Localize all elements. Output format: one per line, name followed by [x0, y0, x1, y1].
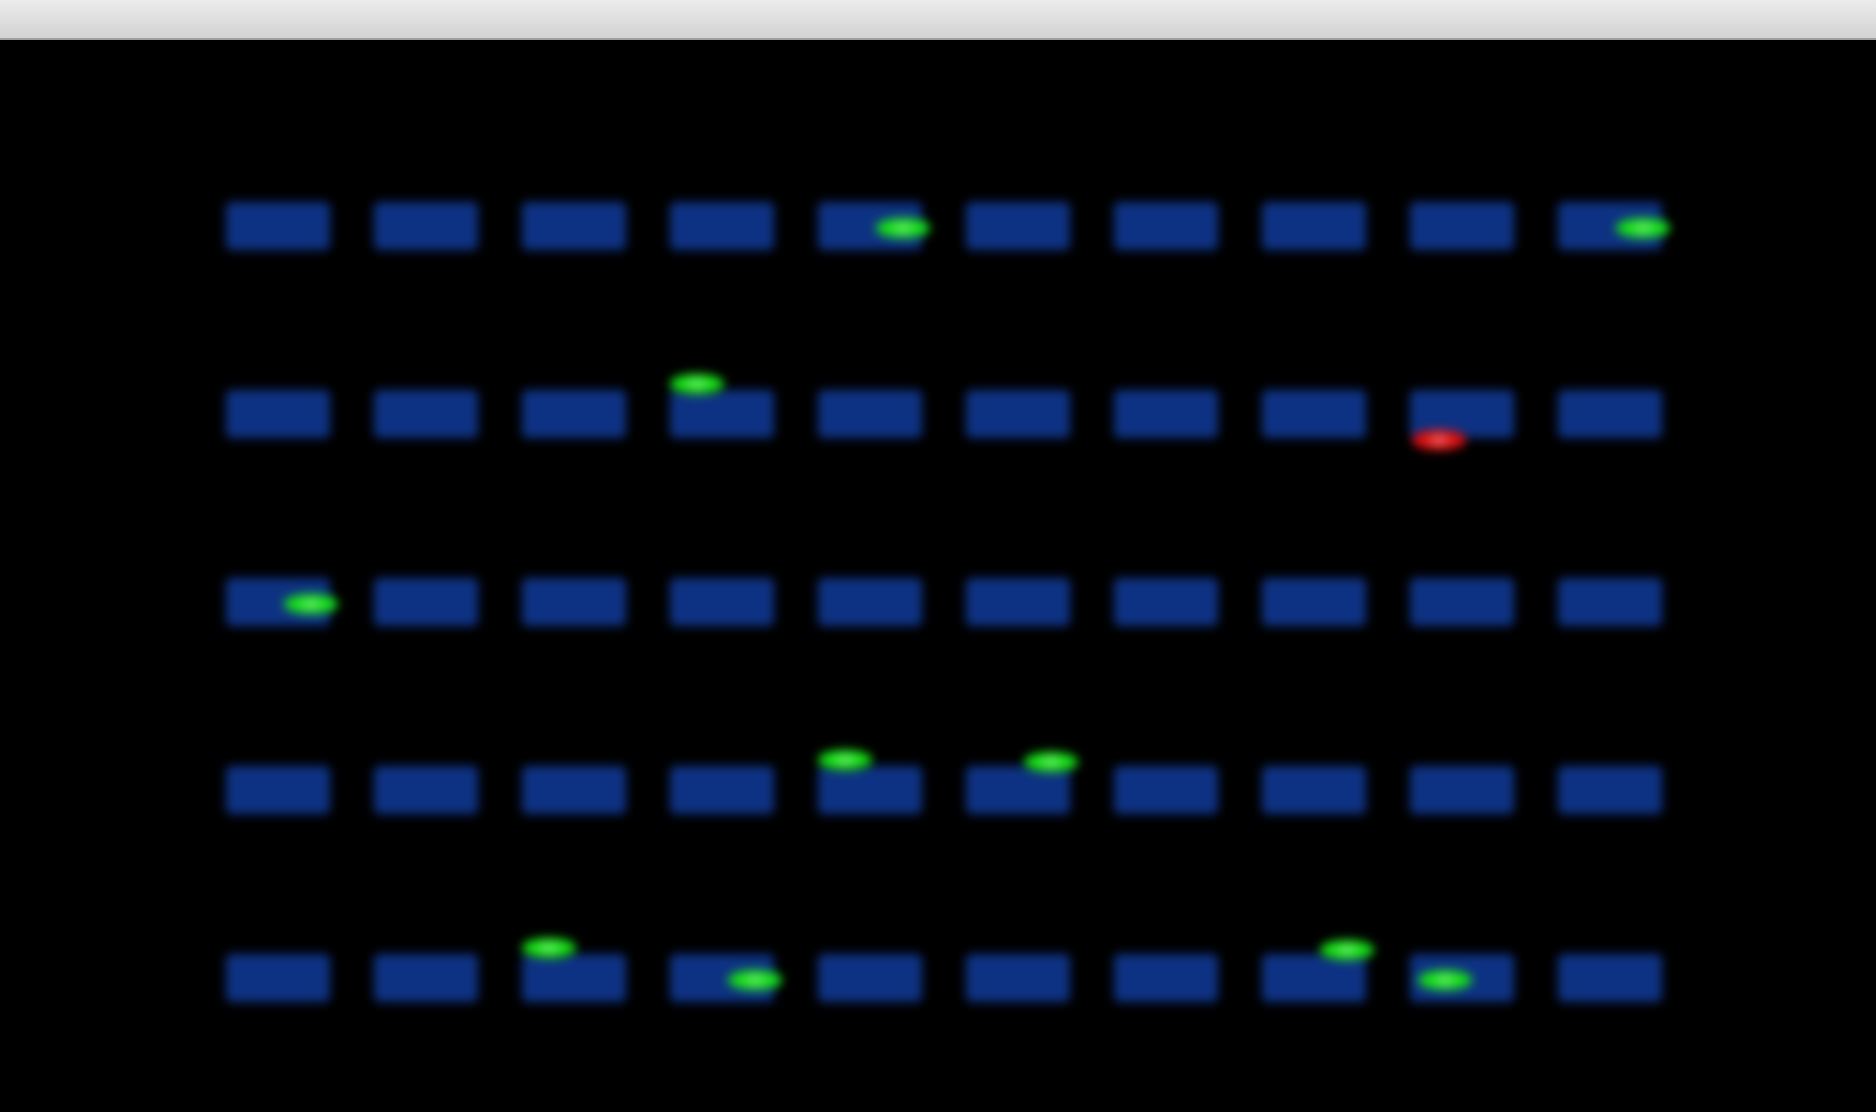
friendly-marker — [670, 374, 724, 394]
grid-block — [1410, 578, 1514, 626]
grid-block — [522, 578, 626, 626]
friendly-marker — [1320, 940, 1374, 960]
grid-block — [226, 202, 330, 250]
grid-block — [1114, 954, 1218, 1002]
grid-block — [670, 766, 774, 814]
grid-block — [1558, 954, 1662, 1002]
grid-block — [1114, 766, 1218, 814]
grid-block — [966, 954, 1070, 1002]
grid-block — [226, 390, 330, 438]
grid-block — [374, 202, 478, 250]
grid-block — [522, 766, 626, 814]
grid-block — [966, 202, 1070, 250]
game-playfield[interactable] — [0, 40, 1876, 1112]
grid-block — [522, 954, 626, 1002]
grid-block — [1558, 390, 1662, 438]
grid-block — [1558, 766, 1662, 814]
friendly-marker — [284, 594, 338, 614]
grid-block — [818, 390, 922, 438]
grid-block — [670, 202, 774, 250]
friendly-marker — [1616, 218, 1670, 238]
friendly-marker — [1024, 752, 1078, 772]
grid-block — [374, 954, 478, 1002]
grid-block — [1114, 390, 1218, 438]
grid-block — [966, 390, 1070, 438]
grid-block — [374, 578, 478, 626]
grid-block — [1410, 202, 1514, 250]
grid-block — [374, 390, 478, 438]
grid-block — [966, 578, 1070, 626]
grid-block — [818, 578, 922, 626]
grid-block — [1262, 954, 1366, 1002]
grid-block — [670, 578, 774, 626]
window-title-bar[interactable] — [0, 0, 1876, 40]
grid-block — [522, 390, 626, 438]
grid-block — [1558, 578, 1662, 626]
grid-block — [1410, 766, 1514, 814]
grid-block — [226, 766, 330, 814]
grid-block — [1114, 578, 1218, 626]
grid-block — [1262, 578, 1366, 626]
friendly-marker — [522, 938, 576, 958]
friendly-marker — [876, 218, 930, 238]
friendly-marker — [1418, 970, 1472, 990]
grid-block — [1114, 202, 1218, 250]
grid-block — [522, 202, 626, 250]
grid-block — [1262, 766, 1366, 814]
grid-block — [226, 954, 330, 1002]
grid-block — [374, 766, 478, 814]
friendly-marker — [728, 970, 782, 990]
grid-block — [1262, 202, 1366, 250]
grid-block — [1262, 390, 1366, 438]
grid-block — [966, 766, 1070, 814]
grid-block — [670, 390, 774, 438]
grid-block — [818, 954, 922, 1002]
grid-block — [818, 766, 922, 814]
enemy-marker — [1412, 430, 1466, 450]
friendly-marker — [818, 750, 872, 770]
